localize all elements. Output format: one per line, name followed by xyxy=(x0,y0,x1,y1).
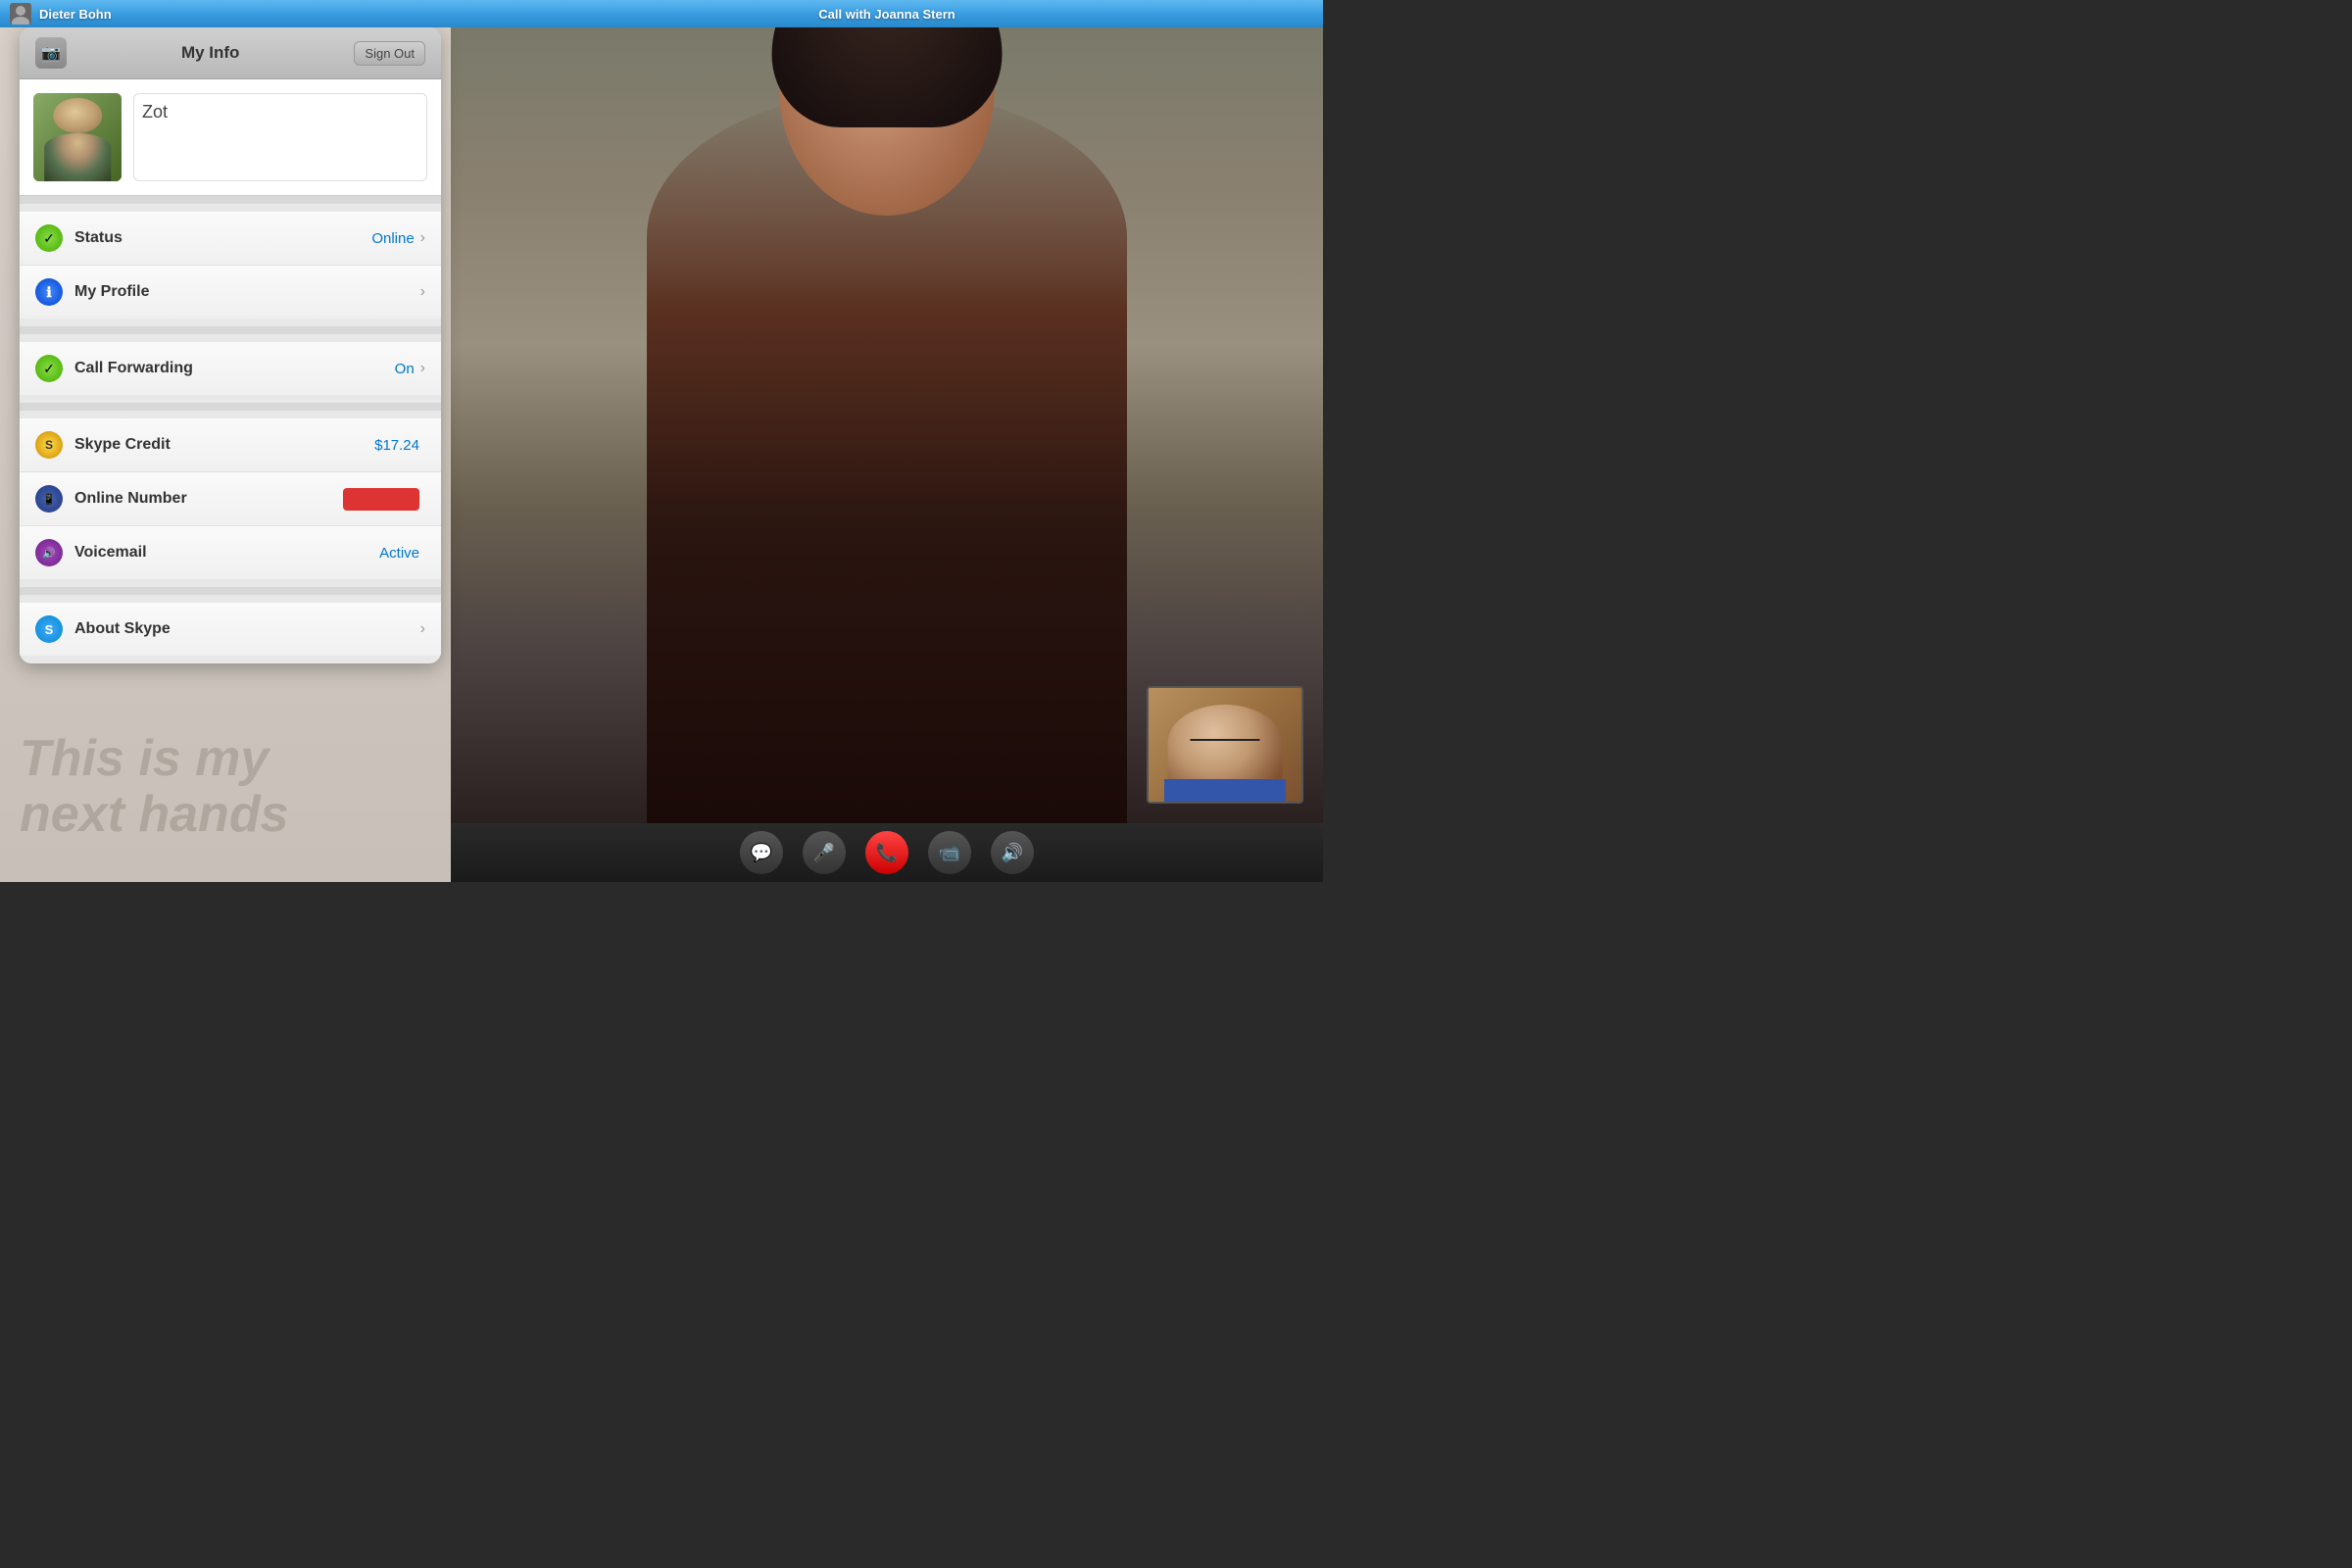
speaker-button[interactable]: 🔊 xyxy=(991,831,1034,874)
skype-credit-icon: S xyxy=(35,431,63,459)
menu-item-my-profile[interactable]: ℹ My Profile › xyxy=(20,266,441,318)
menu-item-call-forwarding[interactable]: ✓ Call Forwarding On › xyxy=(20,342,441,395)
call-forwarding-icon: ✓ xyxy=(35,355,63,382)
top-bar: Dieter Bohn Call with Joanna Stern xyxy=(0,0,1323,27)
menu-item-skype-credit[interactable]: S Skype Credit $17.24 xyxy=(20,418,441,472)
menu-group-4: S About Skype › xyxy=(20,603,441,656)
call-forwarding-value: On xyxy=(395,361,415,377)
top-bar-left: Dieter Bohn xyxy=(0,3,451,24)
separator-3 xyxy=(20,403,441,411)
top-bar-right: Call with Joanna Stern xyxy=(451,7,1323,22)
menu-item-online-number[interactable]: 📱 Online Number xyxy=(20,472,441,526)
separator-4 xyxy=(20,587,441,595)
main-video xyxy=(451,27,1323,823)
panel-title: My Info xyxy=(67,43,354,63)
separator-2 xyxy=(20,326,441,334)
skype-credit-label: Skype Credit xyxy=(74,436,374,454)
menu-item-status[interactable]: ✓ Status Online › xyxy=(20,212,441,266)
my-info-panel: 📷 My Info Sign Out Zot ✓ Status Online ›… xyxy=(20,27,441,663)
panel-header: 📷 My Info Sign Out xyxy=(20,27,441,79)
voicemail-value: Active xyxy=(379,545,419,562)
online-number-label: Online Number xyxy=(74,490,343,508)
contact-name: Dieter Bohn xyxy=(39,7,112,22)
menu-group-2: ✓ Call Forwarding On › xyxy=(20,342,441,395)
call-controls-bar: 💬 🎤 📞 📹 🔊 xyxy=(451,823,1323,882)
profile-avatar xyxy=(33,93,122,181)
skype-credit-value: $17.24 xyxy=(374,437,419,454)
profile-name-area: Zot xyxy=(133,93,427,181)
menu-item-about-skype[interactable]: S About Skype › xyxy=(20,603,441,656)
separator-1 xyxy=(20,196,441,204)
glasses-icon xyxy=(1191,739,1259,747)
profile-name: Zot xyxy=(142,102,168,122)
voicemail-label: Voicemail xyxy=(74,544,379,562)
about-skype-label: About Skype xyxy=(74,620,420,638)
call-forwarding-label: Call Forwarding xyxy=(74,360,395,377)
status-value: Online xyxy=(371,230,414,247)
status-chevron: › xyxy=(420,229,425,247)
video-button[interactable]: 📹 xyxy=(928,831,971,874)
about-skype-chevron: › xyxy=(420,620,425,638)
chat-button[interactable]: 💬 xyxy=(740,831,783,874)
voicemail-icon: 🔊 xyxy=(35,539,63,566)
about-skype-icon: S xyxy=(35,615,63,643)
profile-icon: ℹ xyxy=(35,278,63,306)
camera-button[interactable]: 📷 xyxy=(35,37,67,69)
call-title: Call with Joanna Stern xyxy=(818,7,955,22)
status-label: Status xyxy=(74,229,371,247)
end-call-button[interactable]: 📞 xyxy=(865,831,908,874)
watermark: This is my next hands xyxy=(20,731,289,843)
mute-button[interactable]: 🎤 xyxy=(803,831,846,874)
profile-section: Zot xyxy=(20,79,441,196)
online-number-value xyxy=(343,488,419,511)
menu-item-voicemail[interactable]: 🔊 Voicemail Active xyxy=(20,526,441,579)
profile-chevron: › xyxy=(420,283,425,301)
online-number-icon: 📱 xyxy=(35,485,63,513)
status-icon: ✓ xyxy=(35,224,63,252)
avatar-thumbnail xyxy=(10,3,31,24)
my-profile-label: My Profile xyxy=(74,283,420,301)
self-view-video xyxy=(1147,686,1303,804)
call-forwarding-chevron: › xyxy=(420,360,425,377)
menu-group-3: S Skype Credit $17.24 📱 Online Number 🔊 … xyxy=(20,418,441,579)
menu-group-1: ✓ Status Online › ℹ My Profile › xyxy=(20,212,441,318)
sign-out-button[interactable]: Sign Out xyxy=(354,41,425,66)
